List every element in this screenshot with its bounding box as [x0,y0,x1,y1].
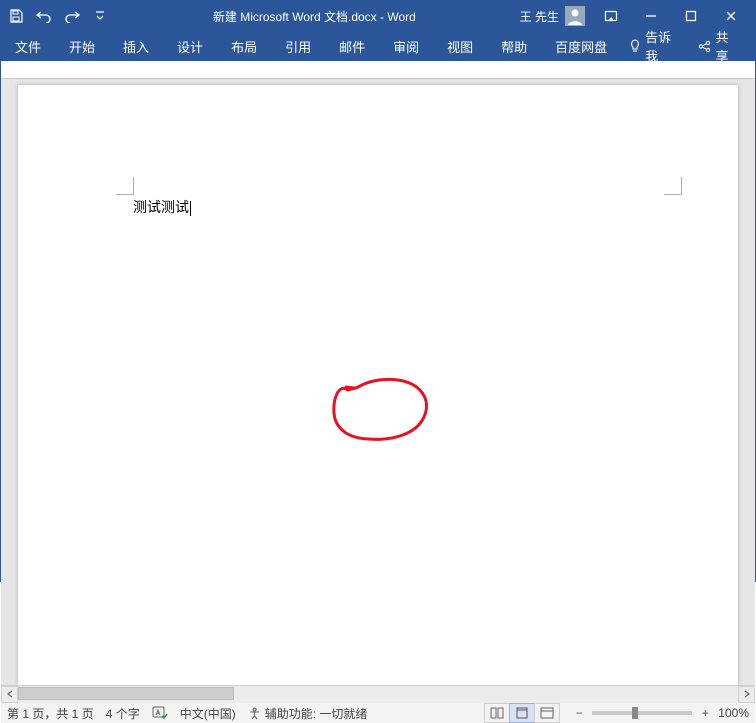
ink-annotation[interactable] [328,375,438,445]
user-name: 王 先生 [520,8,559,25]
scroll-right-icon[interactable] [738,686,755,703]
view-mode-buttons [485,703,560,723]
lightbulb-icon [629,39,641,53]
status-bar: 第 1 页，共 1 页 4 个字 中文(中国) 辅助功能: 一切就绪 − + 1… [1,702,755,723]
save-icon[interactable] [7,7,25,25]
scroll-left-icon[interactable] [1,686,18,703]
zoom-out-button[interactable]: − [572,706,586,720]
accessibility-status[interactable]: 辅助功能: 一切就绪 [248,705,368,722]
read-mode-icon[interactable] [484,703,510,723]
tell-me[interactable]: 告诉我 [621,27,686,65]
scrollbar-track[interactable] [18,686,738,703]
tab-insert[interactable]: 插入 [109,31,163,61]
undo-icon[interactable] [35,7,53,25]
zoom-percent[interactable]: 100% [718,706,749,720]
print-layout-icon[interactable] [509,703,535,723]
tab-design[interactable]: 设计 [163,31,217,61]
user-account[interactable]: 王 先生 [520,6,585,26]
document-body-text[interactable]: 测试测试 [133,197,191,217]
app-name: Word [387,10,415,24]
share-icon [698,40,711,53]
page-number[interactable]: 第 1 页，共 1 页 [7,705,94,722]
zoom-in-button[interactable]: + [698,706,712,720]
page[interactable]: 测试测试 [18,85,738,685]
document-area: 测试测试 [1,61,755,702]
page-viewport[interactable]: 测试测试 [1,79,755,685]
scrollbar-thumb[interactable] [18,687,234,700]
tab-help[interactable]: 帮助 [487,31,541,61]
user-avatar-icon [565,6,585,26]
qat-dropdown-icon[interactable] [91,7,109,25]
tab-home[interactable]: 开始 [55,31,109,61]
tab-mailings[interactable]: 邮件 [325,31,379,61]
text-cursor [190,201,191,216]
word-count[interactable]: 4 个字 [106,705,140,722]
zoom-controls: − + 100% [572,706,749,720]
document-name: 新建 Microsoft Word 文档.docx [213,10,377,24]
share-button[interactable]: 共享 [690,27,745,65]
tab-file[interactable]: 文件 [1,31,55,61]
tab-review[interactable]: 审阅 [379,31,433,61]
window-title: 新建 Microsoft Word 文档.docx - Word [109,8,520,25]
zoom-slider-knob[interactable] [632,707,638,719]
ribbon-tabs: 文件 开始 插入 设计 布局 引用 邮件 审阅 视图 帮助 百度网盘 告诉我 共… [1,31,755,61]
tab-references[interactable]: 引用 [271,31,325,61]
quick-access-toolbar [7,7,109,25]
horizontal-scrollbar[interactable] [1,685,755,702]
zoom-slider[interactable] [592,711,692,715]
ruler[interactable] [1,61,755,79]
tab-baidu-netdisk[interactable]: 百度网盘 [541,31,621,61]
web-layout-icon[interactable] [534,703,560,723]
spellcheck-icon[interactable] [152,706,168,720]
tab-layout[interactable]: 布局 [217,31,271,61]
redo-icon[interactable] [63,7,81,25]
language[interactable]: 中文(中国) [180,705,236,722]
margin-marker-top-right [664,177,682,195]
tab-view[interactable]: 视图 [433,31,487,61]
margin-marker-top-left [116,177,134,195]
